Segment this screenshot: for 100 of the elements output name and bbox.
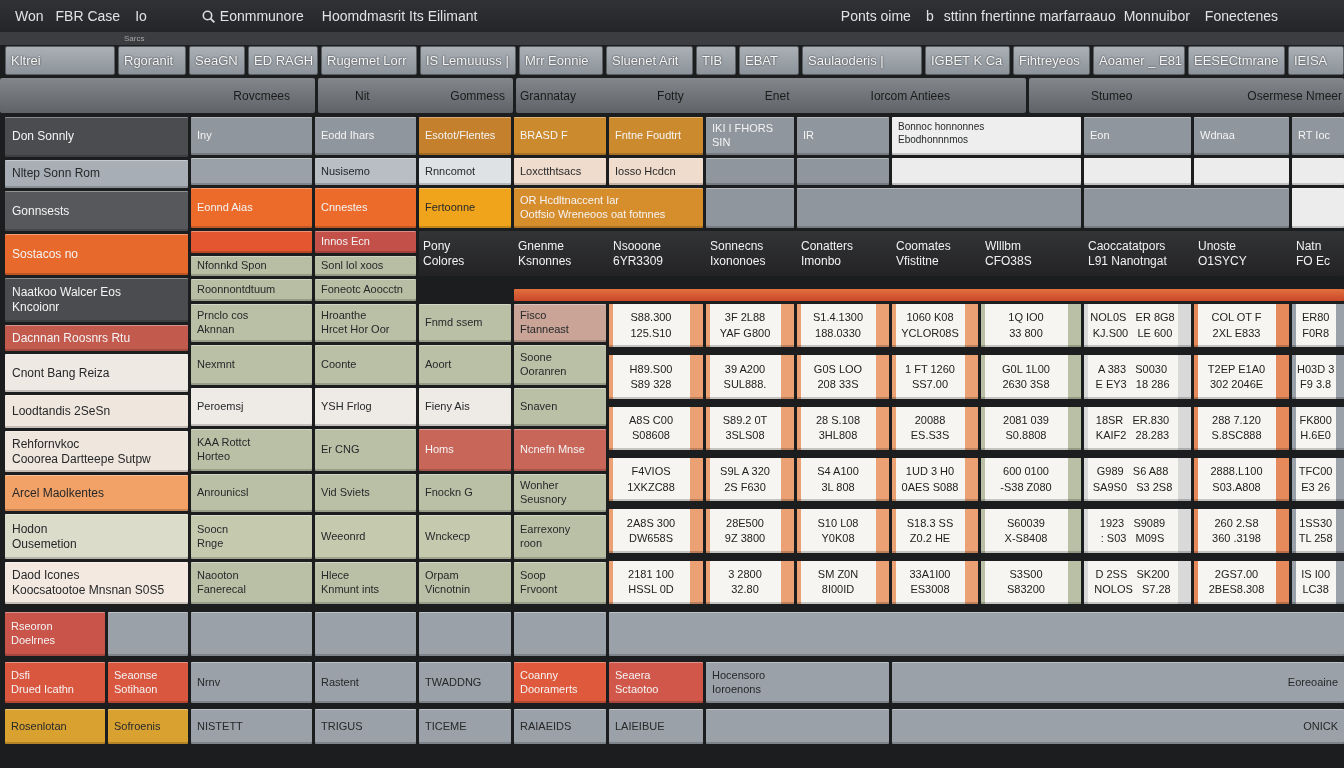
table-cell: 1Q IO0 33 800 [981, 304, 1081, 348]
menu-item[interactable]: Won [15, 8, 44, 24]
menu-item[interactable]: Hoomdmasrit Its Eilimant [321, 8, 478, 24]
table-cell: Seaonse Sotihaon [108, 662, 188, 703]
table-cell: 28E500 9Z 3800 [706, 509, 794, 553]
table-cell: Hlece Knmunt ints [315, 562, 416, 604]
menu-item[interactable]: b [925, 8, 934, 24]
toolbar-button[interactable]: IS Lemuuuss | [420, 46, 516, 75]
toolbar-button[interactable]: EBAT [739, 46, 799, 75]
table-cell: Vid Sviets [315, 474, 416, 512]
table-cell: S1.4.1300 188.0330 [797, 304, 889, 348]
column-header: Osermese Nmeer [1247, 88, 1342, 103]
toolbar-button[interactable]: ED RAGH [248, 46, 318, 75]
table-cell: FK800 H.6E0 [1292, 406, 1344, 450]
table-cell: IS I00 LC38 [1292, 560, 1344, 604]
menu-item[interactable]: sttinn fnertinne marfarraauo [943, 8, 1116, 24]
table-cell: 3F 2L88 YAF G800 [706, 304, 794, 348]
table-cell: COL OT F 2XL E833 [1194, 304, 1289, 348]
table-cell: Iny [191, 117, 312, 155]
table-cell: S18.3 SS Z0.2 HE [892, 509, 978, 553]
table-cell: Rnncomot [419, 158, 511, 185]
column-header: Gnenme Ksnonnes [517, 238, 573, 269]
table-cell: Dsfi Drued Icathn [5, 662, 105, 703]
toolbar-button[interactable]: SeaGN [189, 46, 245, 75]
table-cell: Fisco Ftanneast [514, 304, 606, 342]
menu-item[interactable]: Fonectenes [1204, 8, 1278, 24]
table-cell: 2888.L100 S03.A808 [1194, 458, 1289, 502]
menu-item[interactable]: FBR Case [55, 8, 121, 24]
table-cell: YSH Frlog [315, 388, 416, 426]
table-cell: S60039 X-S8408 [981, 509, 1081, 553]
table-cell: Wonher Seusnory [514, 474, 606, 512]
toolbar-button[interactable]: IEISA [1288, 46, 1344, 75]
table-cell: Sonl lol xoos [315, 256, 416, 276]
table-cell: Earrexony roon [514, 515, 606, 559]
table-cell: 2181 100 HSSL 0D [609, 560, 703, 604]
menu-item[interactable]: Eonmmunore [219, 8, 304, 24]
table-cell: NOL0S ER 8G8 KJ.S00 LE 600 [1084, 304, 1191, 348]
column-header: Natn FO Ec [1295, 238, 1331, 269]
toolbar-button[interactable]: Rugemet Lorr [321, 46, 417, 75]
table-cell: 2081 039 S0.8808 [981, 406, 1081, 450]
table-cell: 3 2800 32.80 [706, 560, 794, 604]
table-cell: Wnckecp [419, 515, 511, 559]
table-cell: LAIEIBUE [609, 709, 703, 744]
search-icon[interactable] [201, 9, 215, 23]
table-cell: TICEME [419, 709, 511, 744]
table-cell: 18SR ER.830 KAIF2 28.283 [1084, 406, 1191, 450]
table-cell: RAIAEIDS [514, 709, 606, 744]
column-header: Iorcom Antiees [870, 88, 950, 103]
column-header: Unoste O1SYCY [1197, 238, 1248, 269]
toolbar-button[interactable]: Fihtreyeos [1013, 46, 1090, 75]
table-cell: Soocn Rnge [191, 515, 312, 559]
caption-text: Sarcs [124, 34, 145, 43]
table-cell: Nexmnt [191, 345, 312, 385]
table-cell: S89.2 0T 3SLS08 [706, 406, 794, 450]
table-cell: Eoreoaine [892, 662, 1344, 703]
table-cell: Peroemsj [191, 388, 312, 426]
column-header: Sonnecns Ixononoes [709, 238, 767, 269]
column-header: Nsooone 6YR3309 [612, 238, 665, 269]
toolbar-button[interactable]: IGBET K Ca [925, 46, 1010, 75]
table-cell: TRIGUS [315, 709, 416, 744]
table-cell: Prnclo cos Aknnan [191, 304, 312, 342]
toolbar-button[interactable]: EESECtmrane [1188, 46, 1285, 75]
toolbar-button[interactable]: TIB [696, 46, 736, 75]
table-cell: BRASD F [514, 117, 606, 155]
table-cell: NISTETT [191, 709, 312, 744]
table-cell: 1923 S9089 : S03 M09S [1084, 509, 1191, 553]
table-cell: 39 A200 SUL888. [706, 355, 794, 399]
table-cell: Homs [419, 429, 511, 471]
toolbar-button[interactable]: Rgoranit [118, 46, 186, 75]
toolbar-button[interactable]: Mrr Eonnie [519, 46, 603, 75]
table-cell: Eonnd Aias [191, 188, 312, 228]
table-cell: Soop Frvoont [514, 562, 606, 604]
menu-item[interactable]: Io [135, 8, 147, 24]
table-cell: S4 A100 3L 808 [797, 458, 889, 502]
table-cell: Nfonnkd Spon [191, 256, 312, 276]
table-cell: IR [797, 117, 889, 155]
table-cell: A 383 S0030 E EY3 18 286 [1084, 355, 1191, 399]
toolbar-button[interactable]: Aoamer _ E81 [1093, 46, 1185, 75]
table-cell: 1060 K08 YCLOR08S [892, 304, 978, 348]
table-cell: Eodd Ihars [315, 117, 416, 155]
table-cell: Esotot/Flentes [419, 117, 511, 155]
table-cell: Arcel Maolkentes [5, 475, 188, 511]
table-cell: A8S C00 S08608 [609, 406, 703, 450]
toolbar-button[interactable]: Kltrei [5, 46, 115, 75]
menu-item[interactable]: Monnuibor [1123, 8, 1190, 24]
table-cell: 2A8S 300 DW658S [609, 509, 703, 553]
table-cell: SM Z0N 8I00ID [797, 560, 889, 604]
toolbar-button[interactable]: Saulaoderis | [802, 46, 922, 75]
column-header: Pony Colores [422, 238, 466, 269]
menu-item[interactable]: Ponts oime [840, 8, 911, 24]
table-cell: S10 L08 Y0K08 [797, 509, 889, 553]
table-cell: F4VIOS 1XKZC88 [609, 458, 703, 502]
column-header: Rovcmees [233, 88, 290, 103]
table-cell: Nltep Sonn Rom [5, 159, 188, 189]
toolbar-button[interactable]: Sluenet Arit [606, 46, 693, 75]
column-header: Grannatay [520, 88, 577, 103]
table-cell: ER80 F0R8 [1292, 304, 1344, 348]
table-cell: Rastent [315, 662, 416, 703]
table-cell: Don Sonnly [5, 117, 188, 157]
table-cell: Fieny Ais [419, 388, 511, 426]
